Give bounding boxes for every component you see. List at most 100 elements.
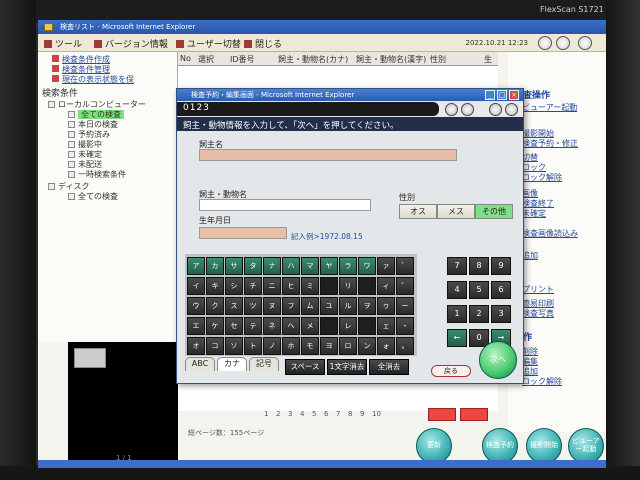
tab-symbol[interactable]: 記号 <box>249 357 279 371</box>
tab-abc[interactable]: ABC <box>185 357 215 371</box>
col-no[interactable]: No <box>180 54 191 63</box>
kana-key[interactable]: ゛ <box>396 257 414 275</box>
page-5[interactable]: 5 <box>312 410 316 418</box>
col-id[interactable]: ID番号 <box>230 54 255 65</box>
right-link-unlock2[interactable]: ロック解除 <box>522 376 562 387</box>
kana-key[interactable]: レ <box>339 317 357 335</box>
kana-key[interactable]: ロ <box>339 337 357 355</box>
kana-key[interactable]: セ <box>225 317 243 335</box>
numpad-key[interactable]: 9 <box>491 257 511 275</box>
animal-field[interactable] <box>199 199 371 211</box>
numpad-key[interactable]: 5 <box>469 281 489 299</box>
kana-key[interactable]: ー <box>396 297 414 315</box>
kana-key[interactable]: カ <box>206 257 224 275</box>
numpad-key[interactable]: 3 <box>491 305 511 323</box>
viewer-button[interactable]: ビューアー起動 <box>568 428 604 464</box>
col-birth[interactable]: 生 <box>484 54 492 65</box>
kana-key[interactable]: コ <box>206 337 224 355</box>
clear-all-button[interactable]: 全消去 <box>369 359 409 375</box>
page-1[interactable]: 1 <box>264 410 268 418</box>
kana-key[interactable]: ヲ <box>358 297 376 315</box>
kana-key[interactable]: メ <box>301 317 319 335</box>
close-icon[interactable]: × <box>509 90 519 100</box>
kana-key[interactable]: ・ <box>396 317 414 335</box>
kana-key[interactable]: ン <box>358 337 376 355</box>
numpad-key[interactable]: 1 <box>447 305 467 323</box>
kana-key[interactable]: シ <box>225 277 243 295</box>
numpad-key[interactable]: 8 <box>469 257 489 275</box>
kana-key[interactable]: ソ <box>225 337 243 355</box>
page-6[interactable]: 6 <box>324 410 328 418</box>
col-name-kanji[interactable]: 飼主・動物名(漢字) <box>356 54 426 65</box>
toolbar-round-button-1[interactable] <box>538 36 552 50</box>
page-10[interactable]: 10 <box>372 410 381 418</box>
kana-key[interactable]: モ <box>301 337 319 355</box>
kana-key[interactable]: エ <box>187 317 205 335</box>
maximize-icon[interactable]: □ <box>497 90 507 100</box>
kana-key[interactable]: ト <box>244 337 262 355</box>
kana-key[interactable]: ヨ <box>320 337 338 355</box>
kana-key[interactable]: リ <box>339 277 357 295</box>
space-button[interactable]: スペース <box>285 359 325 375</box>
kana-key[interactable]: ヘ <box>282 317 300 335</box>
right-link-reserve[interactable]: 検査予約・修正 <box>522 138 578 149</box>
kana-key[interactable]: ゥ <box>377 297 395 315</box>
numpad-key[interactable]: 7 <box>447 257 467 275</box>
kana-key[interactable]: タ <box>244 257 262 275</box>
tree-disk-all[interactable]: 全ての検査 <box>68 191 118 202</box>
kana-key[interactable]: イ <box>187 277 205 295</box>
right-link-unconfirmed[interactable]: 未確定 <box>522 208 546 219</box>
kana-key[interactable]: ォ <box>377 337 395 355</box>
kana-key[interactable]: ツ <box>244 297 262 315</box>
page-9[interactable]: 9 <box>360 410 364 418</box>
reserve-button[interactable]: 検査予約 <box>482 428 518 464</box>
kana-key[interactable]: ル <box>339 297 357 315</box>
start-imaging-button[interactable]: 撮影開始 <box>526 428 562 464</box>
kana-key[interactable]: ラ <box>339 257 357 275</box>
last-page-button[interactable] <box>460 408 488 421</box>
toolbar-round-button-2[interactable] <box>556 36 570 50</box>
kana-key[interactable]: ゜ <box>396 277 414 295</box>
numpad-key[interactable]: 2 <box>469 305 489 323</box>
kana-key[interactable]: 。 <box>396 337 414 355</box>
right-link-photo[interactable]: 検査写真 <box>522 308 554 319</box>
minimize-icon[interactable]: _ <box>485 90 495 100</box>
numpad-key[interactable]: 6 <box>491 281 511 299</box>
gender-female-button[interactable]: メス <box>437 204 475 219</box>
tool-menu[interactable]: ツール <box>44 37 82 50</box>
kana-key[interactable]: フ <box>282 297 300 315</box>
kana-key[interactable]: ィ <box>377 277 395 295</box>
dialog-stop-button[interactable] <box>445 103 458 116</box>
gender-male-button[interactable]: オス <box>399 204 437 219</box>
toolbar-round-button-3[interactable] <box>578 36 592 50</box>
kana-key[interactable]: ア <box>187 257 205 275</box>
page-2[interactable]: 2 <box>276 410 280 418</box>
numpad-key[interactable]: 4 <box>447 281 467 299</box>
kana-key[interactable]: マ <box>301 257 319 275</box>
right-link-load[interactable]: 検査画像読込み <box>522 228 578 239</box>
kana-key[interactable]: オ <box>187 337 205 355</box>
numpad-key[interactable]: ← <box>447 329 467 347</box>
kana-key[interactable]: ユ <box>320 297 338 315</box>
kana-key[interactable]: ハ <box>282 257 300 275</box>
kana-key[interactable]: ウ <box>187 297 205 315</box>
right-link-print[interactable]: プリント <box>522 284 554 295</box>
kana-key[interactable]: ク <box>206 297 224 315</box>
kana-key[interactable]: チ <box>244 277 262 295</box>
page-7[interactable]: 7 <box>336 410 340 418</box>
page-8[interactable]: 8 <box>348 410 352 418</box>
col-select[interactable]: 選択 <box>198 54 214 65</box>
owner-field[interactable] <box>199 149 457 161</box>
refresh-button[interactable]: 更新 <box>416 428 452 464</box>
birth-field[interactable] <box>199 227 287 239</box>
kana-key[interactable]: ヌ <box>263 297 281 315</box>
dialog-back-button[interactable] <box>489 103 502 116</box>
kana-key[interactable]: キ <box>206 277 224 295</box>
page-3[interactable]: 3 <box>288 410 292 418</box>
kana-key[interactable]: ヤ <box>320 257 338 275</box>
kana-key[interactable]: ネ <box>263 317 281 335</box>
next-page-button[interactable] <box>428 408 456 421</box>
user-switch-button[interactable]: ユーザー切替 <box>176 37 241 50</box>
kana-key[interactable]: ノ <box>263 337 281 355</box>
right-link-add[interactable]: 追加 <box>522 250 538 261</box>
